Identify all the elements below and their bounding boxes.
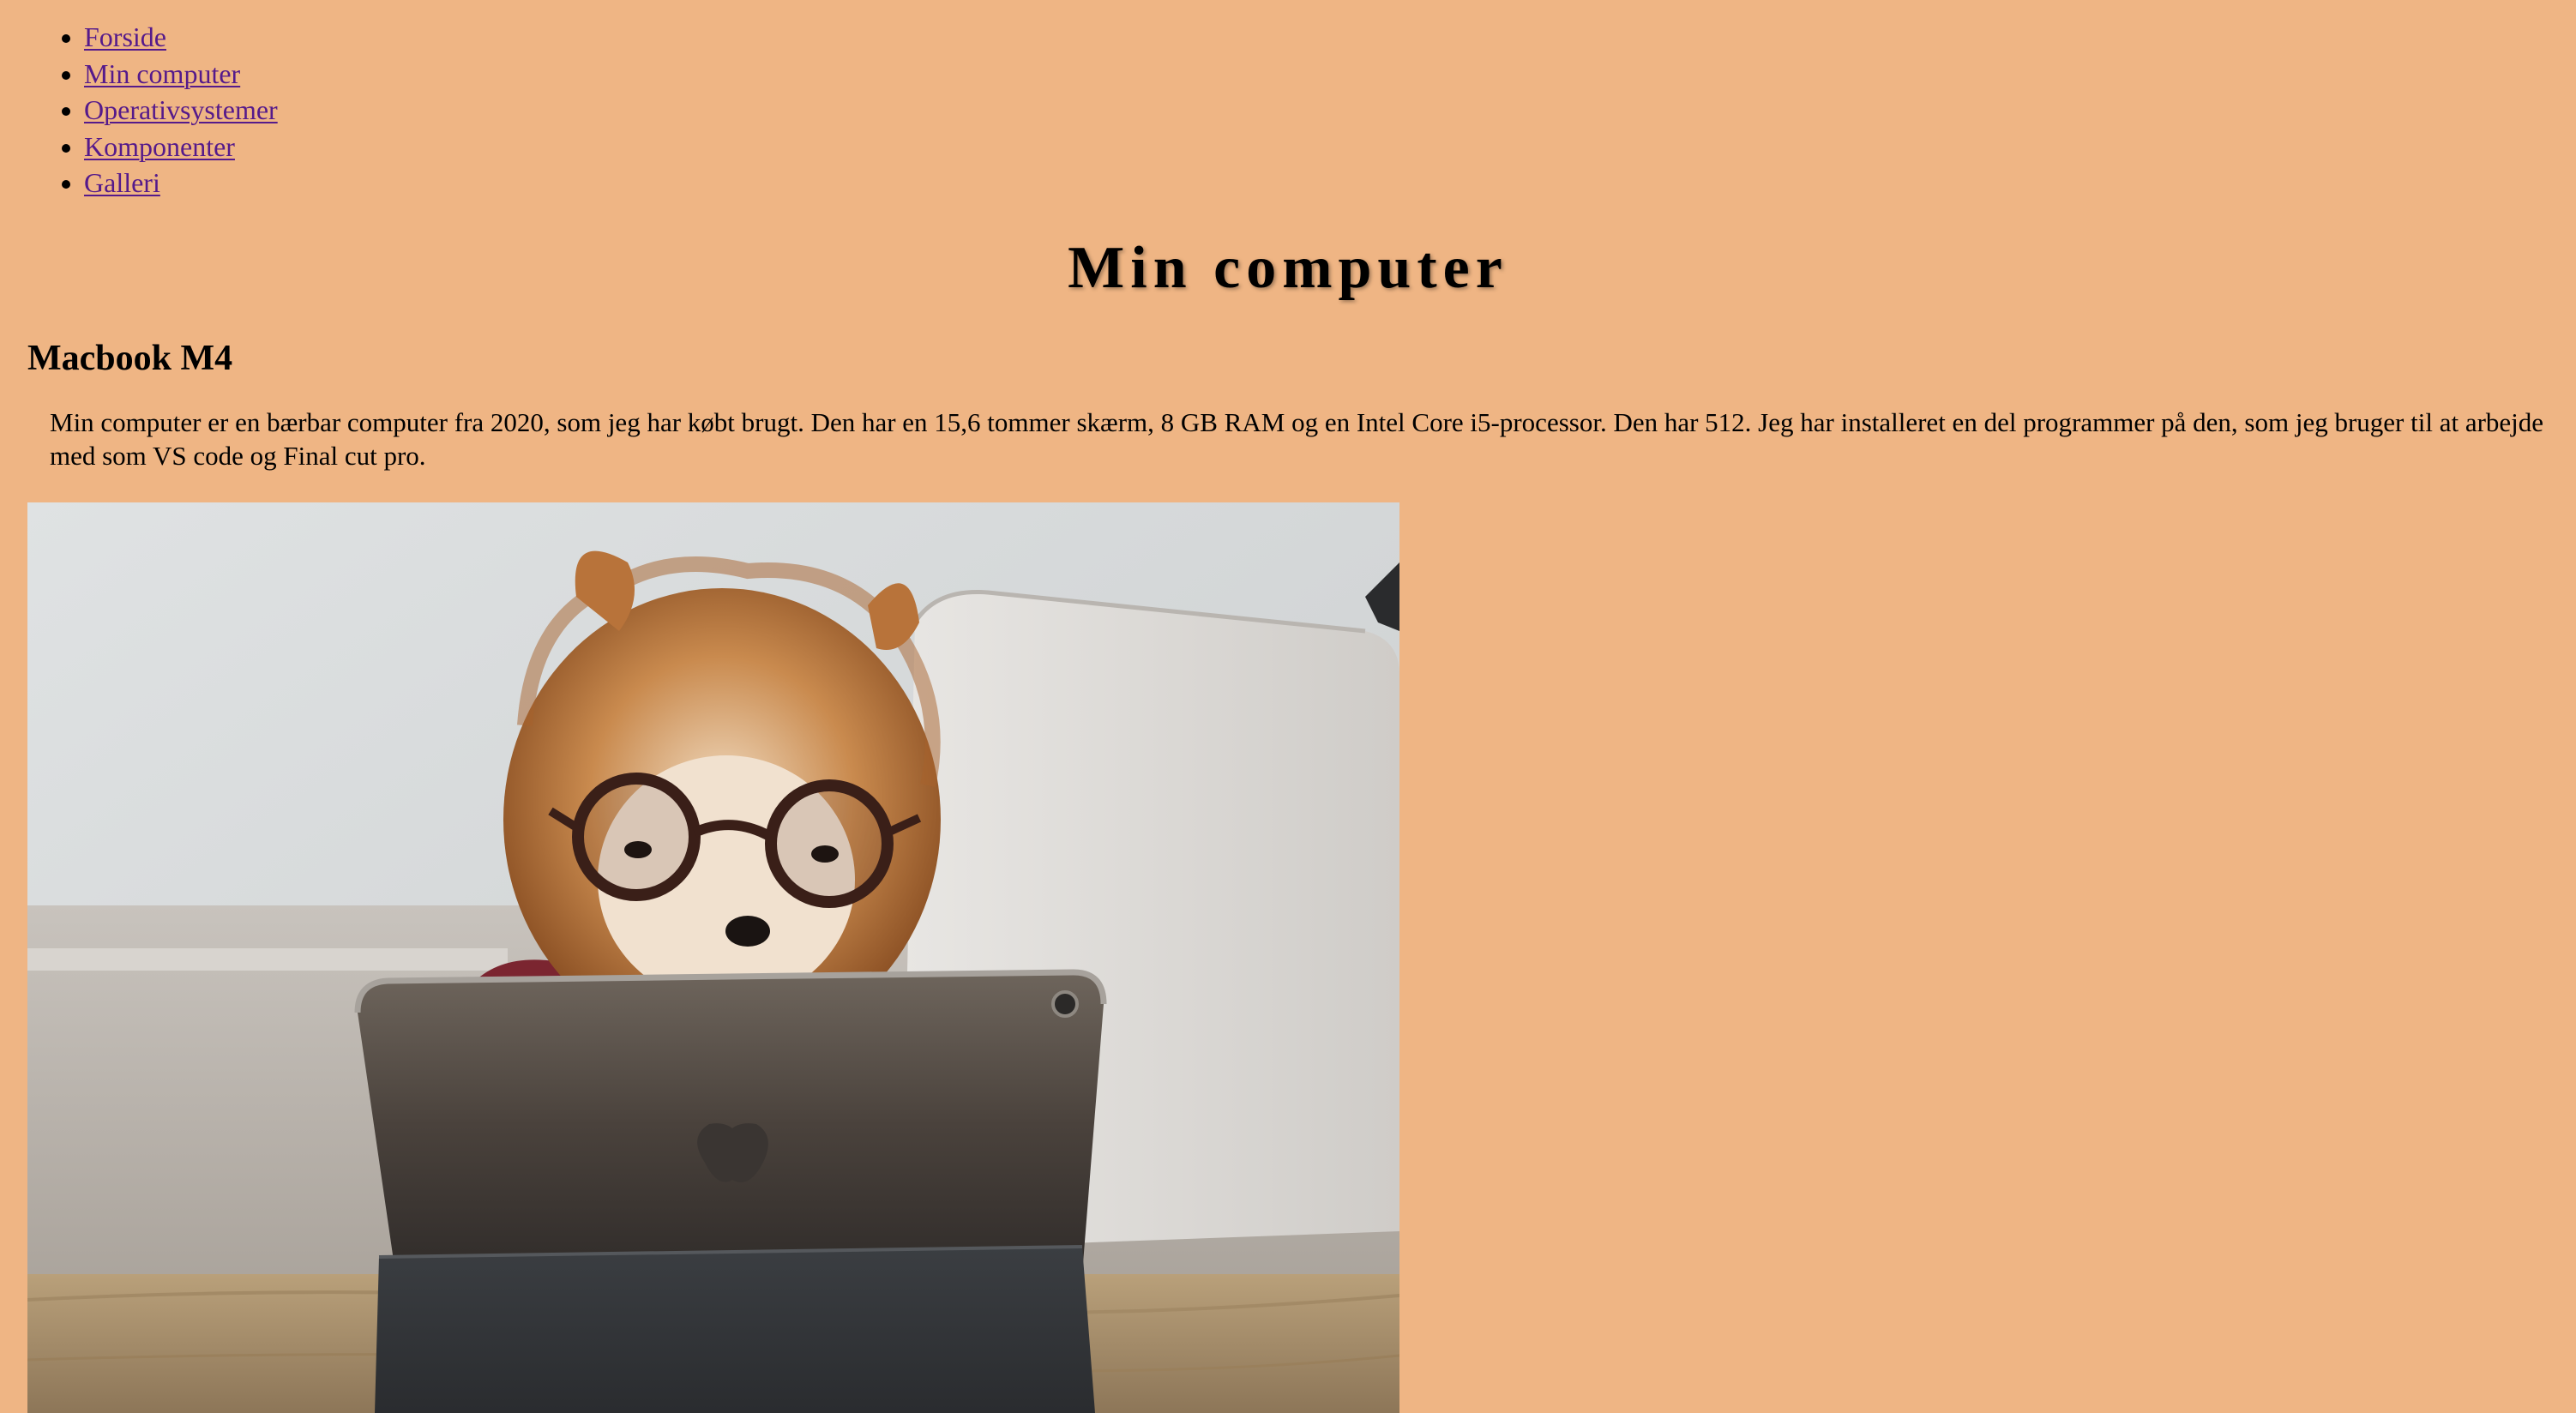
- nav-item-komponenter: Komponenter: [84, 129, 278, 165]
- nav-link-forside[interactable]: Forside: [84, 21, 166, 52]
- computer-description: Min computer er en bærbar computer fra 2…: [50, 407, 2544, 471]
- page: Forside Min computer Operativsystemer Ko…: [0, 0, 2576, 1413]
- nav-link-operativsystemer[interactable]: Operativsystemer: [84, 94, 278, 125]
- nav-item-forside: Forside: [84, 19, 278, 56]
- nav-item-min-computer: Min computer: [84, 56, 278, 93]
- nav-link-min-computer[interactable]: Min computer: [84, 58, 240, 89]
- main-navigation: Forside Min computer Operativsystemer Ko…: [0, 19, 278, 201]
- section-heading: Macbook M4: [27, 339, 233, 378]
- nav-item-galleri: Galleri: [84, 165, 278, 201]
- dog-with-tablet-photo: [27, 502, 1399, 1413]
- nav-link-galleri[interactable]: Galleri: [84, 167, 160, 198]
- page-title: Min computer: [1068, 235, 1508, 301]
- nav-item-operativsystemer: Operativsystemer: [84, 92, 278, 129]
- nav-link-komponenter[interactable]: Komponenter: [84, 131, 235, 162]
